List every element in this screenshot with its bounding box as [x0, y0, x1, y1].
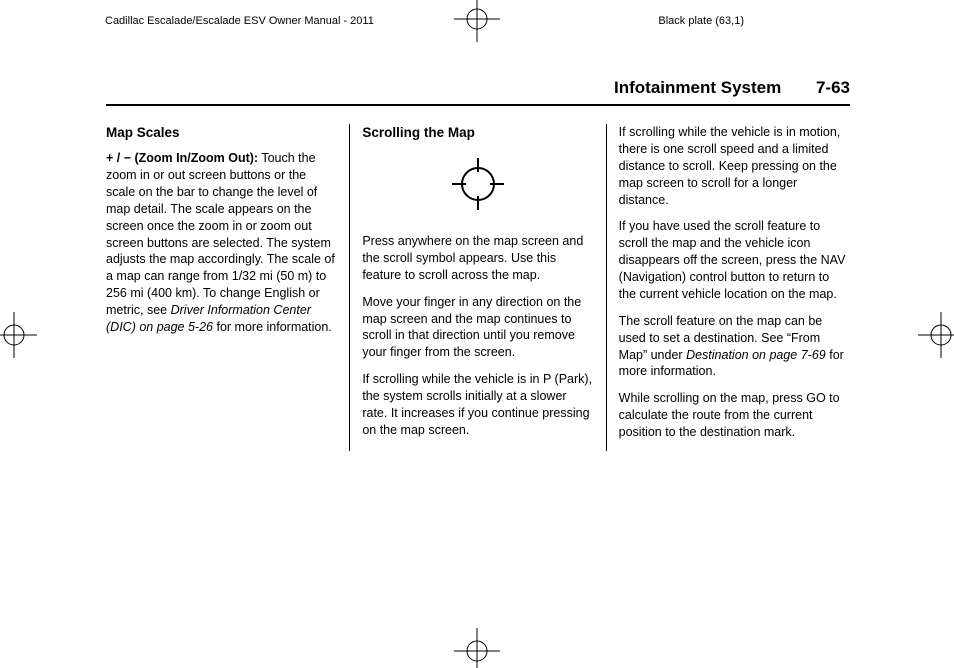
- map-scales-paragraph: + / − (Zoom In/Zoom Out): Touch the zoom…: [106, 150, 337, 336]
- registration-mark-icon: [0, 312, 37, 358]
- section-title: Infotainment System: [614, 78, 781, 98]
- running-head: Infotainment System 7-63: [106, 78, 850, 106]
- registration-mark-icon: [454, 0, 500, 42]
- scrolling-map-heading: Scrolling the Map: [362, 124, 593, 142]
- page-number: 7-63: [816, 78, 850, 98]
- nav-return-p: If you have used the scroll feature to s…: [619, 218, 850, 302]
- scroll-symbol-icon: [362, 154, 593, 219]
- destination-crossref: Destination on page 7-69: [686, 348, 826, 362]
- page-body: Infotainment System 7-63 Map Scales + / …: [106, 78, 850, 451]
- scroll-p2: Move your finger in any direction on the…: [362, 294, 593, 362]
- column-3: If scrolling while the vehicle is in mot…: [607, 124, 850, 451]
- go-route-p: While scrolling on the map, press GO to …: [619, 390, 850, 441]
- destination-p: The scroll feature on the map can be use…: [619, 313, 850, 381]
- scroll-p3: If scrolling while the vehicle is in P (…: [362, 371, 593, 439]
- column-1: Map Scales + / − (Zoom In/Zoom Out): Tou…: [106, 124, 350, 451]
- map-scales-text: Touch the zoom in or out screen buttons …: [106, 151, 335, 317]
- registration-mark-icon: [454, 628, 500, 668]
- print-meta-right: Black plate (63,1): [658, 15, 744, 27]
- map-scales-heading: Map Scales: [106, 124, 337, 142]
- zoom-label: + / − (Zoom In/Zoom Out):: [106, 151, 258, 165]
- print-meta-left: Cadillac Escalade/Escalade ESV Owner Man…: [105, 15, 374, 27]
- scroll-p1: Press anywhere on the map screen and the…: [362, 233, 593, 284]
- scroll-motion-p: If scrolling while the vehicle is in mot…: [619, 124, 850, 208]
- column-2: Scrolling the Map Press anywhere on the …: [350, 124, 606, 451]
- registration-mark-icon: [918, 312, 954, 358]
- map-scales-tail: for more information.: [213, 320, 332, 334]
- content-columns: Map Scales + / − (Zoom In/Zoom Out): Tou…: [106, 124, 850, 451]
